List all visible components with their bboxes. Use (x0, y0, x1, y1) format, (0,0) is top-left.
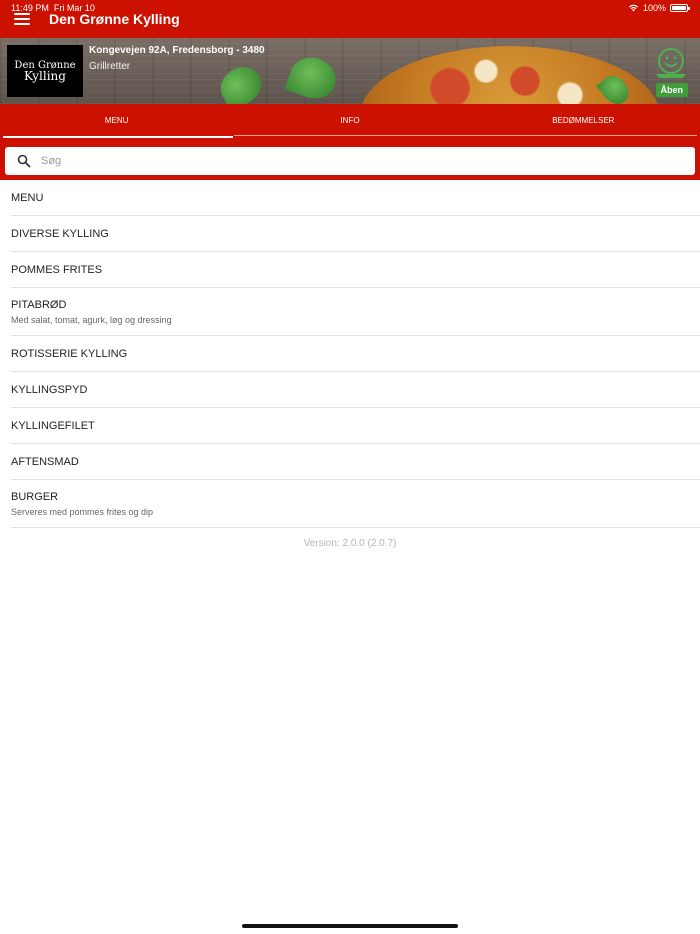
list-item[interactable]: BURGER Serveres med pommes frites og dip (11, 480, 700, 528)
status-indicators: 100% (628, 3, 690, 13)
top-bar: 11:49 PM Fri Mar 10 100% Den Grønne Kyll… (0, 0, 700, 38)
home-indicator[interactable] (242, 924, 458, 928)
restaurant-banner: Den Grønne Kylling Kongevejen 92A, Frede… (0, 38, 700, 104)
list-item[interactable]: PITABRØD Med salat, tomat, agurk, løg og… (11, 288, 700, 336)
search-bar (0, 138, 700, 180)
tab-bar: MENU INFO BEDØMMELSER (0, 104, 700, 138)
battery-icon (670, 4, 690, 12)
search-box (5, 147, 695, 175)
tab-menu[interactable]: MENU (0, 104, 234, 138)
app-screen: 11:49 PM Fri Mar 10 100% Den Grønne Kyll… (0, 0, 700, 934)
menu-category-list: MENU DIVERSE KYLLING POMMES FRITES PITAB… (0, 180, 700, 528)
list-item[interactable]: AFTENSMAD (11, 444, 700, 480)
tab-ratings[interactable]: BEDØMMELSER (467, 104, 700, 138)
page-title: Den Grønne Kylling (49, 11, 180, 27)
list-item[interactable]: DIVERSE KYLLING (11, 216, 700, 252)
list-item[interactable]: KYLLINGEFILET (11, 408, 700, 444)
list-item[interactable]: MENU (11, 180, 700, 216)
tab-info[interactable]: INFO (233, 104, 466, 138)
restaurant-logo: Den Grønne Kylling (7, 45, 83, 97)
wifi-icon (628, 4, 639, 12)
version-label: Version: 2.0.0 (2.0.7) (303, 538, 397, 549)
list-item[interactable]: POMMES FRITES (11, 252, 700, 288)
hamburger-menu-icon[interactable] (14, 13, 30, 25)
list-item[interactable]: ROTISSERIE KYLLING (11, 336, 700, 372)
tab-divider (234, 135, 697, 136)
smiley-inspection-icon[interactable] (654, 47, 688, 81)
restaurant-address: Kongevejen 92A, Fredensborg - 3480 (89, 45, 265, 56)
search-icon (17, 154, 31, 168)
restaurant-category: Grillretter (89, 61, 131, 72)
open-status-badge: Åben (655, 83, 688, 97)
battery-percent: 100% (642, 3, 666, 13)
list-item[interactable]: KYLLINGSPYD (11, 372, 700, 408)
search-input[interactable] (41, 155, 641, 167)
